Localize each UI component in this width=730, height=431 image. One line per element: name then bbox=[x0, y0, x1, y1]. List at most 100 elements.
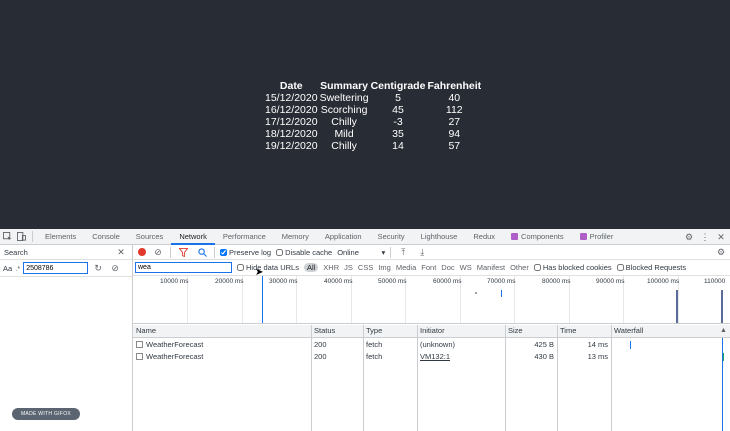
tab-lighthouse[interactable]: Lighthouse bbox=[413, 229, 466, 245]
disable-cache-input[interactable] bbox=[276, 248, 284, 256]
request-initiator[interactable]: VM132:1 bbox=[417, 351, 505, 363]
kebab-menu-icon[interactable]: ⋮ bbox=[698, 230, 712, 244]
timeline-overview[interactable]: 10000 ms 20000 ms 30000 ms 40000 ms 5000… bbox=[133, 276, 730, 324]
gear-icon[interactable]: ⚙ bbox=[682, 230, 696, 244]
filter-type-doc[interactable]: Doc bbox=[441, 263, 454, 272]
initiator-link[interactable]: VM132:1 bbox=[420, 352, 450, 361]
request-time: 13 ms bbox=[587, 352, 608, 361]
blocked-requests-checkbox[interactable]: Blocked Requests bbox=[616, 263, 686, 272]
filter-type-js[interactable]: JS bbox=[344, 263, 353, 272]
column-waterfall[interactable]: Waterfall bbox=[611, 325, 711, 337]
tab-profiler[interactable]: Profiler bbox=[572, 229, 622, 245]
tab-elements[interactable]: Elements bbox=[37, 229, 84, 245]
requests-table: Name Status Type Initiator Size Time Wat… bbox=[133, 325, 730, 431]
request-name[interactable]: WeatherForecast bbox=[133, 351, 311, 363]
timeline-selection-start[interactable] bbox=[676, 290, 678, 323]
tab-sources[interactable]: Sources bbox=[128, 229, 172, 245]
column-initiator[interactable]: Initiator bbox=[417, 325, 505, 337]
export-har-icon[interactable]: ⤓ bbox=[415, 245, 429, 259]
tab-components[interactable]: Components bbox=[503, 229, 572, 245]
filter-type-font[interactable]: Font bbox=[421, 263, 436, 272]
table-row[interactable]: WeatherForecast 200 fetch (unknown) 425 … bbox=[133, 339, 730, 351]
cell-centigrade: 14 bbox=[392, 140, 404, 152]
column-status[interactable]: Status bbox=[311, 325, 363, 337]
filter-type-xhr[interactable]: XHR bbox=[323, 263, 339, 272]
dom-content-loaded-marker bbox=[262, 276, 263, 323]
inspect-element-icon[interactable] bbox=[0, 230, 14, 244]
record-icon[interactable] bbox=[138, 248, 146, 256]
cell-date: 18/12/2020 bbox=[265, 128, 318, 140]
devtools-panel: Elements Console Sources Network Perform… bbox=[0, 229, 730, 431]
hide-data-urls-checkbox[interactable]: Hide data URLs bbox=[237, 263, 299, 272]
blocked-cookies-checkbox[interactable]: Has blocked cookies bbox=[533, 263, 612, 272]
disable-cache-label: Disable cache bbox=[285, 247, 333, 257]
column-type[interactable]: Type bbox=[363, 325, 417, 337]
cell-fahrenheit: 27 bbox=[448, 116, 461, 128]
blocked-requests-input[interactable] bbox=[616, 264, 624, 271]
column-time[interactable]: Time bbox=[557, 325, 611, 337]
hide-data-urls-input[interactable] bbox=[237, 264, 244, 271]
devtools-tabbar: Elements Console Sources Network Perform… bbox=[0, 229, 730, 245]
filter-type-all[interactable]: All bbox=[303, 263, 319, 272]
column-name[interactable]: Name bbox=[133, 325, 311, 337]
cell-summary: Sweltering bbox=[319, 92, 369, 104]
refresh-icon[interactable]: ↻ bbox=[91, 261, 105, 275]
search-pane: Search ✕ Aa .* ↻ ⊘ MADE WITH GIFOX bbox=[0, 245, 133, 431]
waterfall-bar bbox=[630, 341, 631, 349]
timeline-selection-end[interactable] bbox=[721, 290, 723, 323]
filter-input[interactable] bbox=[135, 262, 232, 273]
weather-row: 19/12/2020 Chilly 14 57 bbox=[264, 140, 482, 152]
clear-icon[interactable]: ⊘ bbox=[151, 245, 165, 259]
regex-toggle[interactable]: .* bbox=[15, 264, 20, 273]
toolbar-divider bbox=[170, 246, 171, 258]
react-icon bbox=[579, 232, 587, 240]
filter-type-manifest[interactable]: Manifest bbox=[477, 263, 505, 272]
cell-fahrenheit: 57 bbox=[448, 140, 461, 152]
preserve-log-checkbox[interactable]: Preserve log bbox=[220, 248, 271, 257]
tab-redux[interactable]: Redux bbox=[465, 229, 503, 245]
blocked-cookies-input[interactable] bbox=[533, 264, 541, 271]
request-status: 200 bbox=[314, 352, 327, 361]
import-har-icon[interactable]: ⤒ bbox=[396, 245, 410, 259]
column-size[interactable]: Size bbox=[505, 325, 557, 337]
filter-type-media[interactable]: Media bbox=[396, 263, 416, 272]
cell-summary: Scorching bbox=[320, 104, 368, 116]
preserve-log-input[interactable] bbox=[220, 248, 227, 256]
filter-type-ws[interactable]: WS bbox=[460, 263, 472, 272]
table-row[interactable]: WeatherForecast 200 fetch VM132:1 430 B … bbox=[133, 351, 730, 363]
cell-summary: Mild bbox=[334, 128, 354, 140]
network-settings-gear-icon[interactable]: ⚙ bbox=[714, 245, 728, 259]
header-summary: Summary bbox=[320, 80, 368, 92]
tab-memory[interactable]: Memory bbox=[274, 229, 317, 245]
disable-cache-checkbox[interactable]: Disable cache bbox=[276, 248, 332, 257]
search-row: Aa .* ↻ ⊘ bbox=[0, 260, 132, 277]
filter-icon[interactable] bbox=[176, 245, 190, 259]
tab-network[interactable]: Network bbox=[171, 229, 215, 245]
filter-type-css[interactable]: CSS bbox=[358, 263, 373, 272]
device-toolbar-icon[interactable] bbox=[14, 230, 28, 244]
sort-arrow-icon[interactable]: ▲ bbox=[717, 325, 729, 337]
throttling-select[interactable]: Online ▾ bbox=[337, 248, 385, 257]
request-name[interactable]: WeatherForecast bbox=[133, 339, 311, 351]
match-case-toggle[interactable]: Aa bbox=[3, 264, 12, 273]
mouse-cursor-icon: ➤ bbox=[255, 267, 264, 278]
filter-type-other[interactable]: Other bbox=[510, 263, 529, 272]
toolbar-divider bbox=[390, 246, 392, 258]
search-icon[interactable] bbox=[195, 245, 209, 259]
filter-type-img[interactable]: Img bbox=[378, 263, 391, 272]
timeline-tick: 30000 ms bbox=[269, 278, 298, 285]
tab-performance[interactable]: Performance bbox=[215, 229, 274, 245]
cell-centigrade: 35 bbox=[392, 128, 404, 140]
search-input[interactable] bbox=[23, 262, 89, 274]
react-icon bbox=[511, 232, 519, 240]
request-type: fetch bbox=[366, 352, 383, 361]
tab-application[interactable]: Application bbox=[317, 229, 370, 245]
close-icon[interactable]: ✕ bbox=[714, 230, 728, 244]
timeline-tick: 60000 ms bbox=[433, 278, 462, 285]
cell-summary: Chilly bbox=[331, 116, 357, 128]
tab-security[interactable]: Security bbox=[370, 229, 413, 245]
request-size: 425 B bbox=[534, 340, 554, 349]
clear-search-icon[interactable]: ⊘ bbox=[108, 261, 122, 275]
tab-console[interactable]: Console bbox=[84, 229, 128, 245]
close-search-icon[interactable]: ✕ bbox=[114, 245, 128, 259]
